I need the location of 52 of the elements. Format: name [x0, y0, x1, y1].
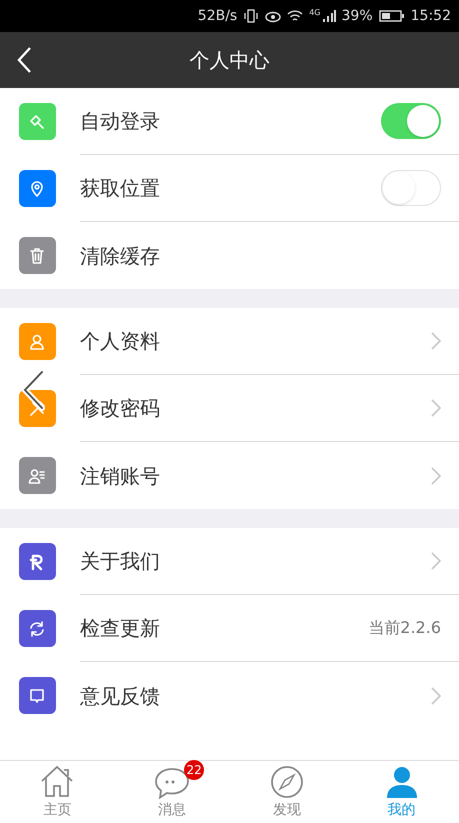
unread-badge: 22: [184, 760, 204, 780]
chevron-right-icon: [431, 686, 441, 704]
speech-bubble-icon: [28, 686, 46, 704]
trash-icon: [28, 246, 46, 264]
settings-row[interactable]: 个人资料: [0, 308, 459, 375]
back-icon: [16, 46, 32, 74]
chevron-right-icon: [431, 552, 441, 570]
network-speed: 52B/s: [198, 6, 238, 26]
settings-row[interactable]: 清除缓存: [0, 222, 459, 289]
row-label: 注销账号: [80, 462, 161, 490]
chevron-right-icon: [431, 332, 441, 350]
eye-icon: [265, 9, 282, 23]
row-label: 个人资料: [80, 328, 161, 355]
contact-card-icon: [28, 466, 46, 484]
settings-row[interactable]: 注销账号: [0, 442, 459, 509]
wifi-icon: [287, 9, 304, 23]
chevron-right-icon: [431, 399, 441, 417]
row-label: 清除缓存: [80, 242, 161, 270]
network-type: 4G: [309, 7, 321, 19]
page-title: 个人中心: [190, 47, 270, 74]
battery-percent: 39%: [342, 6, 373, 26]
tab-item[interactable]: 22 消息: [114, 761, 230, 823]
person-icon: [28, 332, 46, 350]
settings-row[interactable]: 修改密码: [0, 375, 459, 442]
vibrate-icon: [243, 9, 260, 23]
settings-row[interactable]: 检查更新 当前2.2.6: [0, 595, 459, 662]
settings-row[interactable]: 自动登录: [0, 88, 459, 155]
compass-icon: [268, 764, 305, 800]
tools-icon: [28, 400, 46, 418]
row-label: 修改密码: [80, 395, 161, 422]
chevron-right-icon: [431, 466, 441, 484]
clock: 15:52: [410, 6, 451, 26]
row-label: 获取位置: [80, 175, 161, 202]
settings-row[interactable]: 获取位置: [0, 155, 459, 222]
row-label: 意见反馈: [80, 682, 161, 710]
pin-icon: [28, 112, 46, 130]
signal-icon: [322, 9, 336, 23]
settings-row[interactable]: 意见反馈: [0, 662, 459, 729]
row-label: 关于我们: [80, 548, 161, 575]
row-label: 检查更新: [80, 615, 161, 642]
toggle-switch[interactable]: [381, 103, 441, 139]
battery-icon: [378, 9, 405, 23]
tab-item[interactable]: 发现: [230, 761, 344, 823]
location-icon: [28, 180, 46, 198]
refresh-icon: [28, 620, 46, 638]
toggle-switch[interactable]: [381, 170, 441, 206]
tab-item[interactable]: 主页: [0, 761, 115, 823]
row-label: 自动登录: [80, 108, 161, 135]
version-text: 当前2.2.6: [368, 617, 441, 639]
gesture-back-icon: [20, 368, 46, 412]
settings-row[interactable]: 关于我们: [0, 528, 459, 595]
home-icon: [39, 764, 76, 800]
